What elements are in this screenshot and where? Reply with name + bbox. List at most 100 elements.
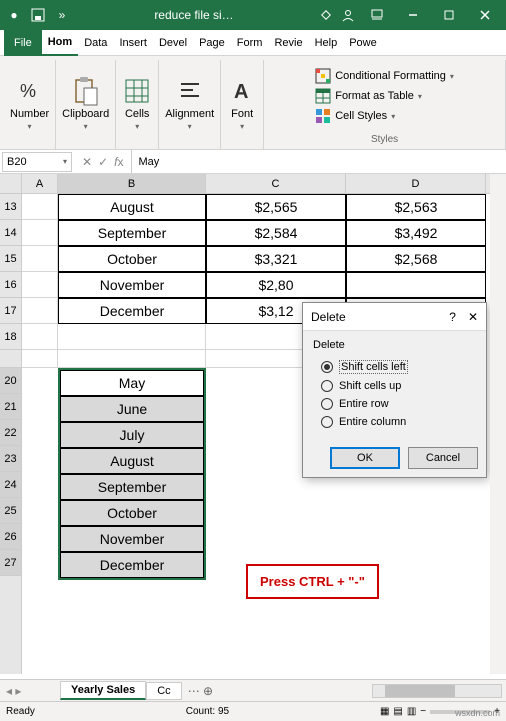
tab-home[interactable]: Hom xyxy=(42,30,78,56)
cell-styles-button[interactable]: Cell Styles▾ xyxy=(315,106,454,126)
percent-icon[interactable]: % xyxy=(15,76,45,106)
conditional-formatting-button[interactable]: Conditional Formatting▾ xyxy=(315,66,454,86)
vertical-scrollbar[interactable] xyxy=(490,174,506,674)
tab-insert[interactable]: Insert xyxy=(113,30,153,56)
cell[interactable] xyxy=(22,194,58,220)
zoom-out-button[interactable]: − xyxy=(420,706,426,717)
cell[interactable]: September xyxy=(58,220,206,246)
alignment-button[interactable]: Alignment xyxy=(165,108,214,120)
tab-developer[interactable]: Devel xyxy=(153,30,193,56)
cell[interactable]: $3,321 xyxy=(206,246,346,272)
col-header-d[interactable]: D xyxy=(346,174,486,193)
cell[interactable] xyxy=(346,272,486,298)
col-header-a[interactable]: A xyxy=(22,174,58,193)
radio-entire-column[interactable]: Entire column xyxy=(313,413,476,431)
horizontal-scrollbar[interactable] xyxy=(219,684,506,698)
radio-shift-up[interactable]: Shift cells up xyxy=(313,377,476,395)
cell[interactable]: August xyxy=(58,194,206,220)
cell[interactable]: $2,584 xyxy=(206,220,346,246)
cell[interactable] xyxy=(22,220,58,246)
clipboard-icon[interactable] xyxy=(71,76,101,106)
view-page-icon[interactable]: ▤ xyxy=(393,706,402,717)
cell[interactable]: October xyxy=(58,246,206,272)
cell[interactable] xyxy=(22,298,58,324)
row-header[interactable]: 25 xyxy=(0,498,21,524)
dialog-close-button[interactable]: ✕ xyxy=(468,310,478,324)
accept-formula-icon[interactable]: ✓ xyxy=(98,155,108,169)
cells-icon[interactable] xyxy=(122,76,152,106)
cancel-formula-icon[interactable]: ✕ xyxy=(82,155,92,169)
format-as-table-button[interactable]: Format as Table▾ xyxy=(315,86,454,106)
row-header[interactable]: 16 xyxy=(0,272,21,298)
clipboard-button[interactable]: Clipboard xyxy=(62,108,109,120)
cell[interactable]: September xyxy=(60,474,204,500)
dialog-help-button[interactable]: ? xyxy=(449,310,456,324)
select-all-corner[interactable] xyxy=(0,174,22,193)
cell[interactable]: November xyxy=(58,272,206,298)
cell[interactable]: August xyxy=(60,448,204,474)
diamond-icon[interactable] xyxy=(318,7,334,23)
add-sheet-button[interactable]: ⋯ ⊕ xyxy=(182,684,219,698)
col-header-b[interactable]: B xyxy=(58,174,206,193)
row-header[interactable]: 26 xyxy=(0,524,21,550)
cell[interactable] xyxy=(22,272,58,298)
row-header[interactable]: 22 xyxy=(0,420,21,446)
cell[interactable]: December xyxy=(58,298,206,324)
cell[interactable] xyxy=(22,246,58,272)
ok-button[interactable]: OK xyxy=(330,447,400,469)
cell[interactable] xyxy=(58,324,206,350)
row-header[interactable]: 23 xyxy=(0,446,21,472)
cell[interactable] xyxy=(22,350,58,368)
cell[interactable] xyxy=(58,350,206,368)
formula-input[interactable]: May xyxy=(131,150,506,173)
view-normal-icon[interactable]: ▦ xyxy=(380,706,389,717)
cell[interactable]: July xyxy=(60,422,204,448)
tab-file[interactable]: File xyxy=(4,30,42,56)
cell[interactable]: November xyxy=(60,526,204,552)
radio-entire-row[interactable]: Entire row xyxy=(313,395,476,413)
minimize-button[interactable] xyxy=(398,0,428,30)
row-header[interactable]: 21 xyxy=(0,394,21,420)
view-break-icon[interactable]: ▥ xyxy=(407,706,416,717)
tab-review[interactable]: Revie xyxy=(268,30,308,56)
sheet-nav[interactable]: ◂ ▸ xyxy=(0,684,60,698)
cell[interactable] xyxy=(22,324,58,350)
font-icon[interactable]: A xyxy=(227,76,257,106)
fx-icon[interactable]: fx xyxy=(114,155,123,169)
row-header[interactable]: 17 xyxy=(0,298,21,324)
cell[interactable]: $2,563 xyxy=(346,194,486,220)
cell[interactable]: December xyxy=(60,552,204,578)
close-button[interactable] xyxy=(470,0,500,30)
chevron-down-icon[interactable]: ▾ xyxy=(28,122,32,131)
number-button[interactable]: Number xyxy=(10,108,49,120)
autosave-icon[interactable]: ● xyxy=(6,7,22,23)
tab-power[interactable]: Powe xyxy=(343,30,383,56)
chevron-down-icon[interactable]: ▾ xyxy=(240,122,244,131)
row-header[interactable]: 13 xyxy=(0,194,21,220)
tab-help[interactable]: Help xyxy=(309,30,344,56)
chevron-down-icon[interactable]: ▾ xyxy=(188,122,192,131)
alignment-icon[interactable] xyxy=(175,76,205,106)
sheet-tab[interactable]: Cc xyxy=(146,682,181,700)
cell[interactable]: $2,568 xyxy=(346,246,486,272)
maximize-button[interactable] xyxy=(434,0,464,30)
chevron-down-icon[interactable]: ▾ xyxy=(63,157,67,166)
chevron-down-icon[interactable]: ▾ xyxy=(84,122,88,131)
row-header[interactable]: 20 xyxy=(0,368,21,394)
cancel-button[interactable]: Cancel xyxy=(408,447,478,469)
ribbon-options-icon[interactable] xyxy=(362,0,392,30)
font-button[interactable]: Font xyxy=(231,108,253,120)
row-header[interactable] xyxy=(0,350,21,368)
tab-data[interactable]: Data xyxy=(78,30,113,56)
save-icon[interactable] xyxy=(30,7,46,23)
tab-formulas[interactable]: Form xyxy=(231,30,269,56)
cell[interactable]: $2,565 xyxy=(206,194,346,220)
tab-page[interactable]: Page xyxy=(193,30,231,56)
row-header[interactable]: 15 xyxy=(0,246,21,272)
radio-shift-left[interactable]: Shift cells left xyxy=(313,357,476,377)
sheet-tab-active[interactable]: Yearly Sales xyxy=(60,681,146,700)
cell[interactable]: October xyxy=(60,500,204,526)
cells-button[interactable]: Cells xyxy=(125,108,149,120)
user-icon[interactable] xyxy=(340,7,356,23)
cell[interactable]: $2,80 xyxy=(206,272,346,298)
